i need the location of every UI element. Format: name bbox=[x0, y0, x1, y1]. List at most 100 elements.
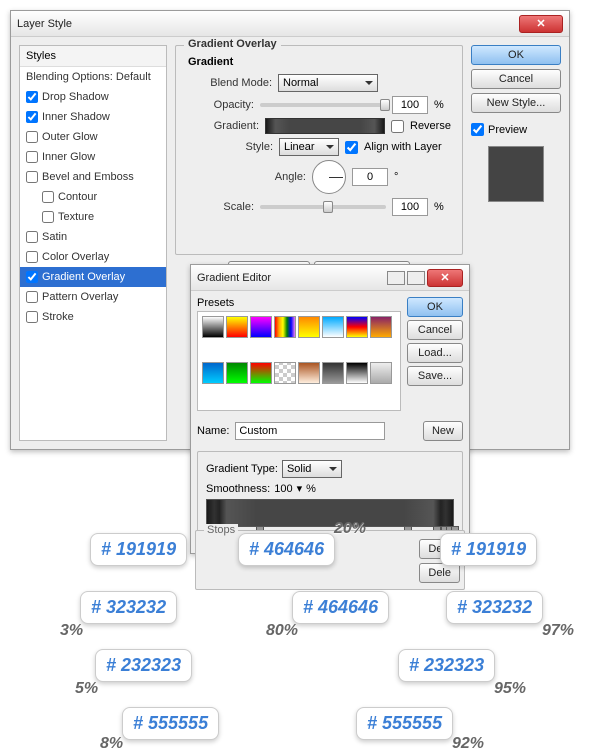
ge-load-button[interactable]: Load... bbox=[407, 343, 463, 363]
gradient-field: Gradient: Reverse bbox=[184, 118, 454, 134]
preset-swatch[interactable] bbox=[202, 316, 224, 338]
smoothness-input[interactable]: 100 bbox=[274, 483, 292, 495]
style-pattern-overlay[interactable]: Pattern Overlay bbox=[20, 287, 166, 307]
ok-button[interactable]: OK bbox=[471, 45, 561, 65]
presets-label: Presets bbox=[197, 297, 401, 309]
checkbox[interactable] bbox=[26, 251, 38, 263]
cancel-button[interactable]: Cancel bbox=[471, 69, 561, 89]
preset-swatch[interactable] bbox=[298, 362, 320, 384]
callout-hex: # 464646 bbox=[292, 591, 389, 624]
preset-swatch[interactable] bbox=[250, 362, 272, 384]
checkbox[interactable] bbox=[42, 191, 54, 203]
checkbox[interactable] bbox=[26, 171, 38, 183]
titlebar[interactable]: Layer Style ✕ bbox=[11, 11, 569, 37]
scale-slider[interactable] bbox=[260, 205, 386, 209]
close-icon[interactable]: ✕ bbox=[519, 15, 563, 33]
scale-input[interactable]: 100 bbox=[392, 198, 428, 216]
style-texture[interactable]: Texture bbox=[20, 207, 166, 227]
new-button[interactable]: New bbox=[423, 421, 463, 441]
opacity-input[interactable]: 100 bbox=[392, 96, 428, 114]
grad-type-select[interactable]: Solid bbox=[282, 460, 342, 478]
preset-swatch[interactable] bbox=[322, 316, 344, 338]
checkbox[interactable] bbox=[26, 291, 38, 303]
checkbox[interactable] bbox=[42, 211, 54, 223]
preset-swatch[interactable] bbox=[250, 316, 272, 338]
callout-hex: # 232323 bbox=[398, 649, 495, 682]
reverse-checkbox[interactable] bbox=[391, 120, 404, 133]
ge-cancel-button[interactable]: Cancel bbox=[407, 320, 463, 340]
preset-swatch[interactable] bbox=[370, 362, 392, 384]
preset-swatch[interactable] bbox=[298, 316, 320, 338]
preset-swatch[interactable] bbox=[370, 316, 392, 338]
maximize-icon[interactable] bbox=[407, 271, 425, 285]
callout-hex: # 323232 bbox=[80, 591, 177, 624]
checkbox[interactable] bbox=[26, 111, 38, 123]
chevron-down-icon[interactable]: ▾ bbox=[297, 482, 303, 495]
name-input[interactable]: Custom bbox=[235, 422, 385, 440]
style-stroke[interactable]: Stroke bbox=[20, 307, 166, 327]
preview-toggle[interactable]: Preview bbox=[471, 123, 561, 136]
checkbox[interactable] bbox=[26, 151, 38, 163]
style-inner-glow[interactable]: Inner Glow bbox=[20, 147, 166, 167]
grad-type-label: Gradient Type: bbox=[206, 463, 278, 475]
callout-hex: # 232323 bbox=[95, 649, 192, 682]
callout-hex: # 464646 bbox=[238, 533, 335, 566]
checkbox[interactable] bbox=[26, 311, 38, 323]
ge-ok-button[interactable]: OK bbox=[407, 297, 463, 317]
ge-close-icon[interactable]: ✕ bbox=[427, 269, 463, 287]
style-color-overlay[interactable]: Color Overlay bbox=[20, 247, 166, 267]
scale-field: Scale: 100 % bbox=[184, 198, 454, 216]
subsection-title: Gradient bbox=[188, 56, 454, 68]
dialog-buttons: OK Cancel New Style... Preview bbox=[471, 45, 561, 441]
angle-input[interactable]: 0 bbox=[352, 168, 388, 186]
style-gradient-overlay[interactable]: Gradient Overlay bbox=[20, 267, 166, 287]
preset-swatch[interactable] bbox=[202, 362, 224, 384]
align-checkbox[interactable] bbox=[345, 141, 358, 154]
preset-swatch[interactable] bbox=[226, 316, 248, 338]
new-style-button[interactable]: New Style... bbox=[471, 93, 561, 113]
preview-thumbnail bbox=[488, 146, 544, 202]
preview-checkbox[interactable] bbox=[471, 123, 484, 136]
blend-mode-select[interactable]: Normal bbox=[278, 74, 378, 92]
preset-swatch[interactable] bbox=[346, 316, 368, 338]
callout-pct: 95% bbox=[494, 680, 526, 698]
checkbox[interactable] bbox=[26, 131, 38, 143]
angle-dial[interactable] bbox=[312, 160, 346, 194]
style-contour[interactable]: Contour bbox=[20, 187, 166, 207]
style-field: Style: Linear Align with Layer bbox=[184, 138, 454, 156]
callout-hex: # 555555 bbox=[122, 707, 219, 740]
smooth-label: Smoothness: bbox=[206, 483, 270, 495]
preset-swatch[interactable] bbox=[274, 316, 296, 338]
ge-save-button[interactable]: Save... bbox=[407, 366, 463, 386]
preset-swatch[interactable] bbox=[346, 362, 368, 384]
style-select[interactable]: Linear bbox=[279, 138, 339, 156]
preset-swatch[interactable] bbox=[226, 362, 248, 384]
ge-titlebar[interactable]: Gradient Editor ✕ bbox=[191, 265, 469, 291]
callout-pct: 92% bbox=[452, 735, 484, 753]
checkbox[interactable] bbox=[26, 231, 38, 243]
delete-button[interactable]: Dele bbox=[419, 563, 460, 583]
style-inner-shadow[interactable]: Inner Shadow bbox=[20, 107, 166, 127]
gradient-overlay-group: Gradient Overlay Gradient Blend Mode: No… bbox=[175, 45, 463, 255]
presets-grid[interactable] bbox=[197, 311, 401, 411]
style-bevel-emboss[interactable]: Bevel and Emboss bbox=[20, 167, 166, 187]
angle-field: Angle: 0 ° bbox=[184, 160, 454, 194]
checkbox[interactable] bbox=[26, 271, 38, 283]
style-drop-shadow[interactable]: Drop Shadow bbox=[20, 87, 166, 107]
preset-swatch[interactable] bbox=[274, 362, 296, 384]
preset-swatch[interactable] bbox=[322, 362, 344, 384]
opacity-slider[interactable] bbox=[260, 103, 386, 107]
stops-label: Stops bbox=[204, 524, 238, 536]
checkbox[interactable] bbox=[26, 91, 38, 103]
style-satin[interactable]: Satin bbox=[20, 227, 166, 247]
minimize-icon[interactable] bbox=[387, 271, 405, 285]
gradient-bar[interactable] bbox=[206, 499, 454, 527]
blending-options[interactable]: Blending Options: Default bbox=[20, 67, 166, 87]
dialog-title: Layer Style bbox=[17, 18, 519, 30]
section-title: Gradient Overlay bbox=[184, 38, 281, 50]
styles-header[interactable]: Styles bbox=[20, 46, 166, 67]
style-outer-glow[interactable]: Outer Glow bbox=[20, 127, 166, 147]
gradient-picker[interactable] bbox=[265, 118, 385, 134]
blend-mode-field: Blend Mode: Normal bbox=[184, 74, 454, 92]
callout-hex: # 191919 bbox=[440, 533, 537, 566]
